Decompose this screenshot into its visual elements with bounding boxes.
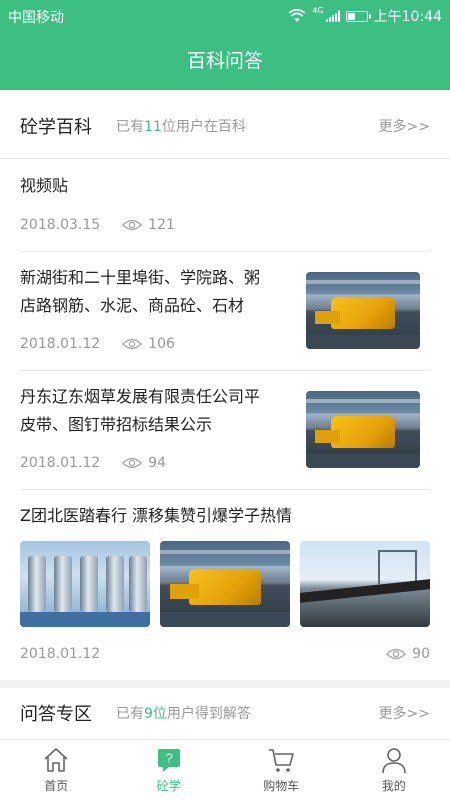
tab-label: 首页 bbox=[44, 779, 69, 793]
eye-icon bbox=[122, 219, 143, 231]
article-item[interactable]: 丹东辽东烟草发展有限责任公司平 皮带、图钉带招标结果公示 2018.01.12 … bbox=[0, 371, 450, 489]
article-meta: 2018.01.12 106 bbox=[20, 336, 175, 352]
status-icons: 4G 上午10:44 bbox=[288, 6, 442, 26]
encyclopedia-more-link[interactable]: 更多>> bbox=[379, 116, 430, 136]
article-meta: 90 bbox=[386, 646, 430, 662]
qa-header: 问答专区 已有9位用户得到解答 更多>> bbox=[0, 684, 450, 742]
signal-icon bbox=[325, 10, 340, 22]
qa-more-link[interactable]: 更多>> bbox=[379, 703, 430, 723]
eye-icon bbox=[122, 338, 143, 350]
article-date: 2018.01.12 bbox=[20, 336, 101, 352]
tab-profile[interactable]: 我的 bbox=[338, 740, 450, 800]
eye-icon bbox=[122, 457, 143, 469]
battery-icon bbox=[345, 10, 371, 22]
question-icon: ? bbox=[157, 749, 180, 772]
article-thumbnail bbox=[306, 272, 420, 349]
article-meta: 2018.03.15 121 bbox=[20, 217, 175, 233]
article-title-line1: 新湖街和二十里埠街、学院路、粥 bbox=[20, 268, 261, 287]
qa-user-count: 9位 bbox=[144, 706, 167, 722]
article-date: 2018.01.12 bbox=[20, 646, 101, 662]
tab-label: 购物车 bbox=[263, 779, 300, 793]
tab-label: 砼学 bbox=[156, 779, 181, 793]
svg-text:?: ? bbox=[165, 750, 173, 766]
tab-concrete[interactable]: ? 砼学 bbox=[113, 740, 226, 800]
eye-icon bbox=[386, 648, 407, 660]
network-type: 4G bbox=[312, 6, 324, 15]
carrier-label: 中国移动 bbox=[8, 10, 64, 26]
article-views: 121 bbox=[148, 217, 175, 233]
qa-subtitle: 已有9位用户得到解答 bbox=[116, 706, 251, 722]
cart-icon bbox=[269, 749, 295, 772]
clock: 上午10:44 bbox=[373, 9, 442, 25]
encyclopedia-header: 砼学百科 已有11位用户在百科 更多>> bbox=[0, 92, 450, 160]
article-thumbnail bbox=[160, 541, 290, 627]
article-item[interactable]: Z团北医踏春行 漂移集赞引爆学子热情 2018.01.12 90 bbox=[0, 490, 450, 678]
article-title-line1: 丹东辽东烟草发展有限责任公司平 bbox=[20, 387, 261, 406]
tab-cart[interactable]: 购物车 bbox=[225, 740, 338, 800]
article-views: 90 bbox=[412, 646, 430, 662]
tab-home[interactable]: 首页 bbox=[0, 740, 113, 800]
article-date: 2018.01.12 bbox=[20, 455, 101, 471]
article-thumbnail bbox=[306, 391, 420, 468]
tab-label: 我的 bbox=[381, 779, 406, 793]
article-views: 94 bbox=[148, 455, 166, 471]
qa-title: 问答专区 bbox=[20, 704, 92, 725]
bottom-tab-bar: 首页 ? 砼学 购物车 我的 bbox=[0, 739, 450, 800]
wifi-icon bbox=[288, 9, 306, 22]
encyclopedia-subtitle: 已有11位用户在百科 bbox=[116, 119, 246, 135]
article-item[interactable]: 新湖街和二十里埠街、学院路、粥 店路钢筋、水泥、商品砼、石材 2018.01.1… bbox=[0, 252, 450, 370]
article-meta: 2018.01.12 94 bbox=[20, 455, 166, 471]
status-bar: 中国移动 4G 上午10:44 bbox=[0, 0, 450, 32]
article-title: 视频贴 bbox=[20, 176, 69, 195]
encyclopedia-user-count: 11 bbox=[144, 119, 162, 135]
article-title-line2: 皮带、图钉带招标结果公示 bbox=[20, 415, 213, 434]
article-item[interactable]: 视频贴 2018.03.15 121 bbox=[0, 159, 450, 251]
article-thumbnail bbox=[20, 541, 150, 627]
article-title-line2: 店路钢筋、水泥、商品砼、石材 bbox=[20, 296, 245, 315]
user-icon bbox=[381, 748, 406, 774]
home-icon bbox=[44, 748, 68, 772]
encyclopedia-title: 砼学百科 bbox=[20, 117, 92, 138]
article-views: 106 bbox=[148, 336, 175, 352]
page-title: 百科问答 bbox=[0, 32, 450, 90]
article-date: 2018.03.15 bbox=[20, 217, 101, 233]
article-title: Z团北医踏春行 漂移集赞引爆学子热情 bbox=[20, 506, 293, 525]
article-thumbnail bbox=[300, 541, 430, 627]
